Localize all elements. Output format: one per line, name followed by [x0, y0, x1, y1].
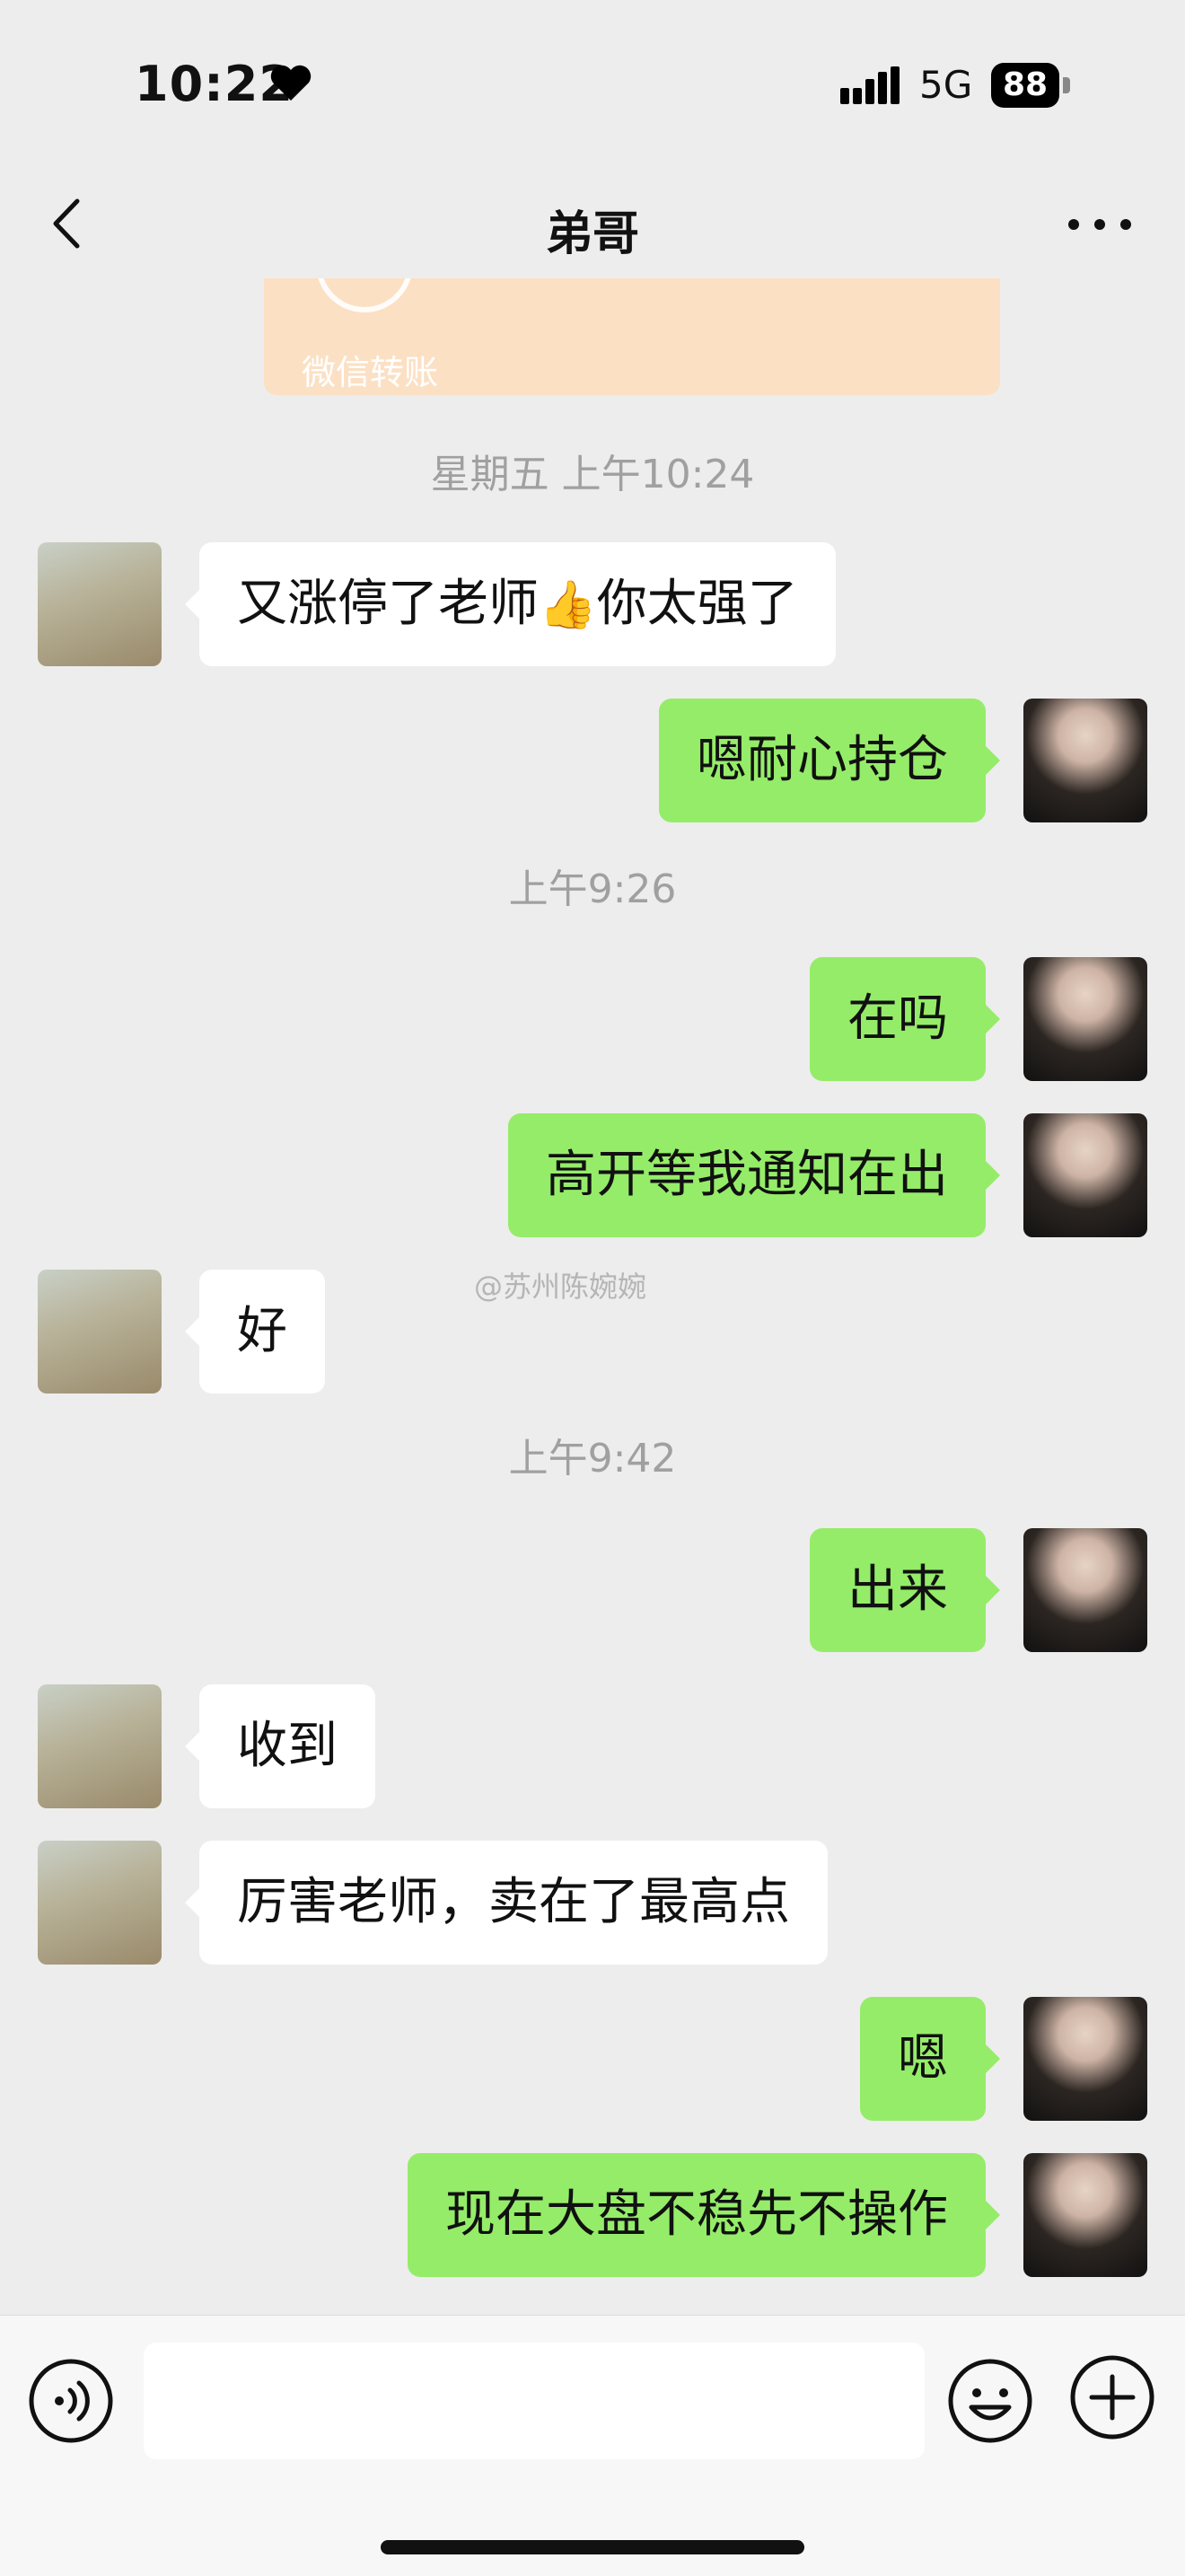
- my-avatar[interactable]: [1023, 699, 1147, 822]
- my-avatar[interactable]: [1023, 1113, 1147, 1237]
- message-bubble-me[interactable]: 出来: [810, 1528, 1000, 1652]
- message-bubble-me[interactable]: 嗯: [860, 1997, 1000, 2121]
- friend-avatar[interactable]: [38, 1270, 162, 1394]
- message-bubble-me[interactable]: 在吗: [810, 957, 1000, 1081]
- friend-avatar[interactable]: [38, 1684, 162, 1808]
- message-bubble-friend[interactable]: 收到: [185, 1684, 375, 1808]
- network-type: 5G: [919, 63, 973, 107]
- more-dots-icon[interactable]: [1059, 198, 1140, 251]
- chat-header: 弟哥: [0, 171, 1185, 278]
- message-bubble-friend[interactable]: 好: [185, 1270, 325, 1394]
- message-bubble-me[interactable]: 现在大盘不稳先不操作: [408, 2153, 1000, 2277]
- my-avatar[interactable]: [1023, 1997, 1147, 2121]
- chat-title: 弟哥: [545, 207, 639, 261]
- message-bubble-friend[interactable]: 厉害老师，卖在了最高点: [185, 1841, 828, 1965]
- my-avatar[interactable]: [1023, 1528, 1147, 1652]
- battery-icon: 88: [991, 63, 1072, 108]
- message-text: 又涨停了老师: [237, 575, 539, 633]
- message-text: 你太强了: [596, 575, 798, 633]
- transfer-label: 微信转账: [302, 353, 439, 392]
- emoji-icon[interactable]: [946, 2357, 1034, 2445]
- message-bubble-friend[interactable]: 又涨停了老师👍你太强了: [185, 542, 836, 666]
- voice-icon[interactable]: [27, 2357, 115, 2445]
- home-indicator: [381, 2540, 804, 2554]
- signal-icon: [840, 66, 900, 104]
- watermark: @苏州陈婉婉: [474, 1270, 647, 1304]
- input-bar: [0, 2315, 1185, 2576]
- transfer-icon: [316, 278, 413, 312]
- friend-avatar[interactable]: [38, 542, 162, 666]
- battery-level: 88: [991, 63, 1059, 108]
- my-avatar[interactable]: [1023, 957, 1147, 1081]
- transfer-card[interactable]: 微信转账: [264, 278, 1000, 395]
- message-input[interactable]: [144, 2343, 925, 2459]
- time-divider: 星期五 上午10:24: [430, 452, 755, 497]
- time-divider: 上午9:42: [508, 1436, 677, 1481]
- plus-icon[interactable]: [1068, 2353, 1156, 2441]
- time-divider: 上午9:26: [508, 866, 677, 912]
- message-bubble-me[interactable]: 嗯耐心持仓: [659, 699, 1000, 822]
- thumbs-up-icon: 👍: [539, 578, 597, 632]
- status-bar: 10:22 5G 88: [0, 0, 1185, 171]
- message-bubble-me[interactable]: 高开等我通知在出: [508, 1113, 1000, 1237]
- my-avatar[interactable]: [1023, 2153, 1147, 2277]
- friend-avatar[interactable]: [38, 1841, 162, 1965]
- heart-icon: [270, 65, 312, 101]
